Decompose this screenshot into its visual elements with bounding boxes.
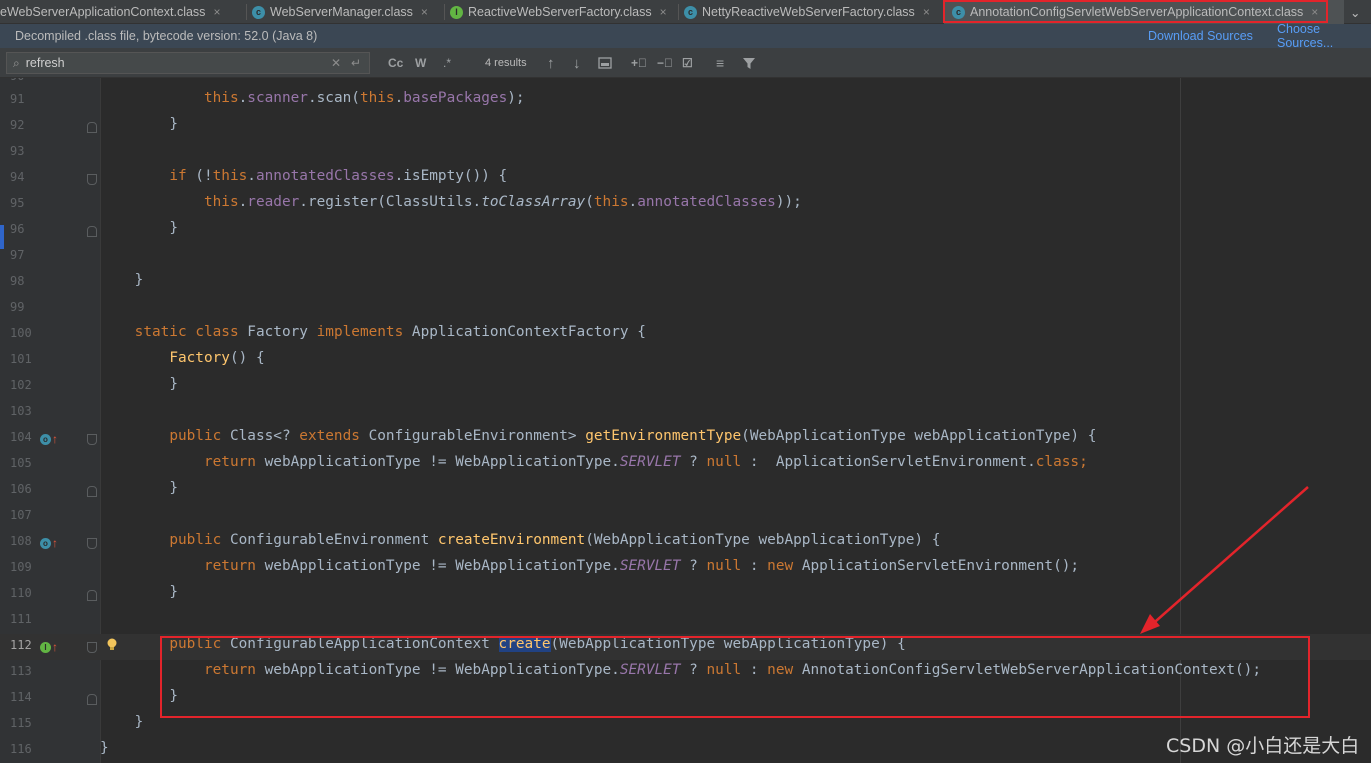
code-line: 97 — [10, 248, 25, 262]
next-occurrence-arrow-down-icon[interactable]: ↓ — [573, 48, 581, 78]
class-icon: c — [252, 5, 265, 19]
close-icon[interactable]: × — [923, 5, 930, 19]
choose-sources-link[interactable]: Choose Sources... — [1277, 22, 1371, 50]
match-case-toggle[interactable]: Cc — [388, 48, 403, 78]
code-line: 91 this.scanner.scan(this.basePackages); — [10, 90, 525, 106]
code-line: 102 } — [10, 376, 178, 392]
whole-words-toggle[interactable]: W — [415, 48, 426, 78]
tab-netty-reactive-web-server-factory[interactable]: c NettyReactiveWebServerFactory.class × — [684, 0, 938, 24]
tab-label: ReactiveWebServerFactory.class — [468, 5, 652, 19]
new-line-icon[interactable]: ↵ — [351, 56, 361, 70]
fold-marker-icon[interactable] — [87, 486, 97, 497]
highlight-box-create-method — [160, 636, 1310, 718]
code-line: 98 } — [10, 272, 144, 288]
close-icon[interactable]: × — [660, 5, 667, 19]
find-bar: ⌕ refresh ✕ ↵ Cc W .* 4 results ↑ ↓ +⃞ −… — [0, 48, 1371, 78]
search-query[interactable]: refresh — [26, 56, 65, 70]
fold-marker-icon[interactable] — [87, 174, 97, 185]
options-icon[interactable]: ≡ — [716, 48, 724, 78]
highlight-box-active-tab — [943, 0, 1328, 23]
search-input[interactable]: ⌕ refresh ✕ ↵ — [6, 52, 370, 74]
code-line: 96 } — [10, 220, 178, 237]
fold-marker-icon[interactable] — [87, 590, 97, 601]
class-icon: c — [684, 5, 697, 19]
tab-overflow-chevron-icon[interactable]: ⌄ — [1350, 0, 1370, 24]
left-panel-edge — [0, 225, 4, 249]
overrides-method-icon[interactable]: o ↑ — [40, 536, 58, 550]
filter-icon[interactable] — [742, 48, 756, 78]
search-icon[interactable]: ⌕ — [13, 56, 20, 71]
code-line: 92 } — [10, 116, 178, 133]
regex-toggle[interactable]: .* — [443, 48, 451, 78]
code-line: 106 } — [10, 480, 178, 497]
previous-occurrence-arrow-up-icon[interactable]: ↑ — [547, 48, 555, 78]
fold-marker-icon[interactable] — [87, 226, 97, 237]
download-sources-link[interactable]: Download Sources — [1148, 29, 1253, 43]
watermark-text: CSDN @小白还是大白 — [1166, 735, 1360, 757]
fold-marker-icon[interactable] — [87, 122, 97, 133]
fold-marker-icon[interactable] — [87, 642, 97, 653]
close-icon[interactable]: × — [421, 5, 428, 19]
code-line: 104 o ↑ public Class<? extends Configurab… — [10, 428, 1097, 446]
fold-marker-icon[interactable] — [87, 434, 97, 445]
add-occurrence-icon[interactable]: +⃞ — [631, 48, 647, 78]
code-line: 99 — [10, 300, 25, 314]
tab-reactive-web-server-factory[interactable]: I ReactiveWebServerFactory.class × — [450, 0, 678, 24]
select-all-matches-icon[interactable]: ☑ — [682, 48, 693, 78]
code-line: 100 static class Factory implements Appl… — [10, 324, 646, 340]
overrides-method-icon[interactable]: o ↑ — [40, 432, 58, 446]
close-icon[interactable]: × — [213, 5, 220, 19]
code-line: 103 — [10, 404, 32, 418]
select-all-occurrences-icon[interactable] — [598, 48, 612, 78]
code-line: 105 return webApplicationType != WebAppl… — [10, 454, 1088, 470]
fold-marker-icon[interactable] — [87, 538, 97, 549]
implements-method-icon[interactable]: I ↑ — [40, 640, 58, 654]
tab-label: eWebServerApplicationContext.class — [0, 5, 206, 19]
search-results-count: 4 results — [485, 57, 527, 69]
clear-search-icon[interactable]: ✕ — [331, 56, 341, 70]
tab-web-server-application-context[interactable]: eWebServerApplicationContext.class × — [0, 0, 248, 24]
code-line: 111 — [10, 612, 32, 626]
decompiled-info-bar: Decompiled .class file, bytecode version… — [0, 22, 1371, 50]
code-line: 101 Factory() { — [10, 350, 265, 366]
tab-label: NettyReactiveWebServerFactory.class — [702, 5, 915, 19]
decompiled-message: Decompiled .class file, bytecode version… — [15, 29, 318, 43]
tab-label: WebServerManager.class — [270, 5, 413, 19]
interface-icon: I — [450, 5, 463, 19]
code-line: 109 return webApplicationType != WebAppl… — [10, 558, 1080, 574]
code-line: 108 o ↑ public ConfigurableEnvironment cr… — [10, 532, 941, 550]
code-line: 107 — [10, 508, 32, 522]
code-line: 95 this.reader.register(ClassUtils.toCla… — [10, 194, 802, 210]
tab-web-server-manager[interactable]: c WebServerManager.class × — [252, 0, 444, 24]
code-line: 110 } — [10, 584, 178, 601]
code-line: 94 if (!this.annotatedClasses.isEmpty())… — [10, 168, 508, 185]
code-line: 93 — [10, 144, 25, 158]
fold-marker-icon[interactable] — [87, 694, 97, 705]
remove-occurrence-icon[interactable]: −⃞ — [657, 48, 673, 78]
